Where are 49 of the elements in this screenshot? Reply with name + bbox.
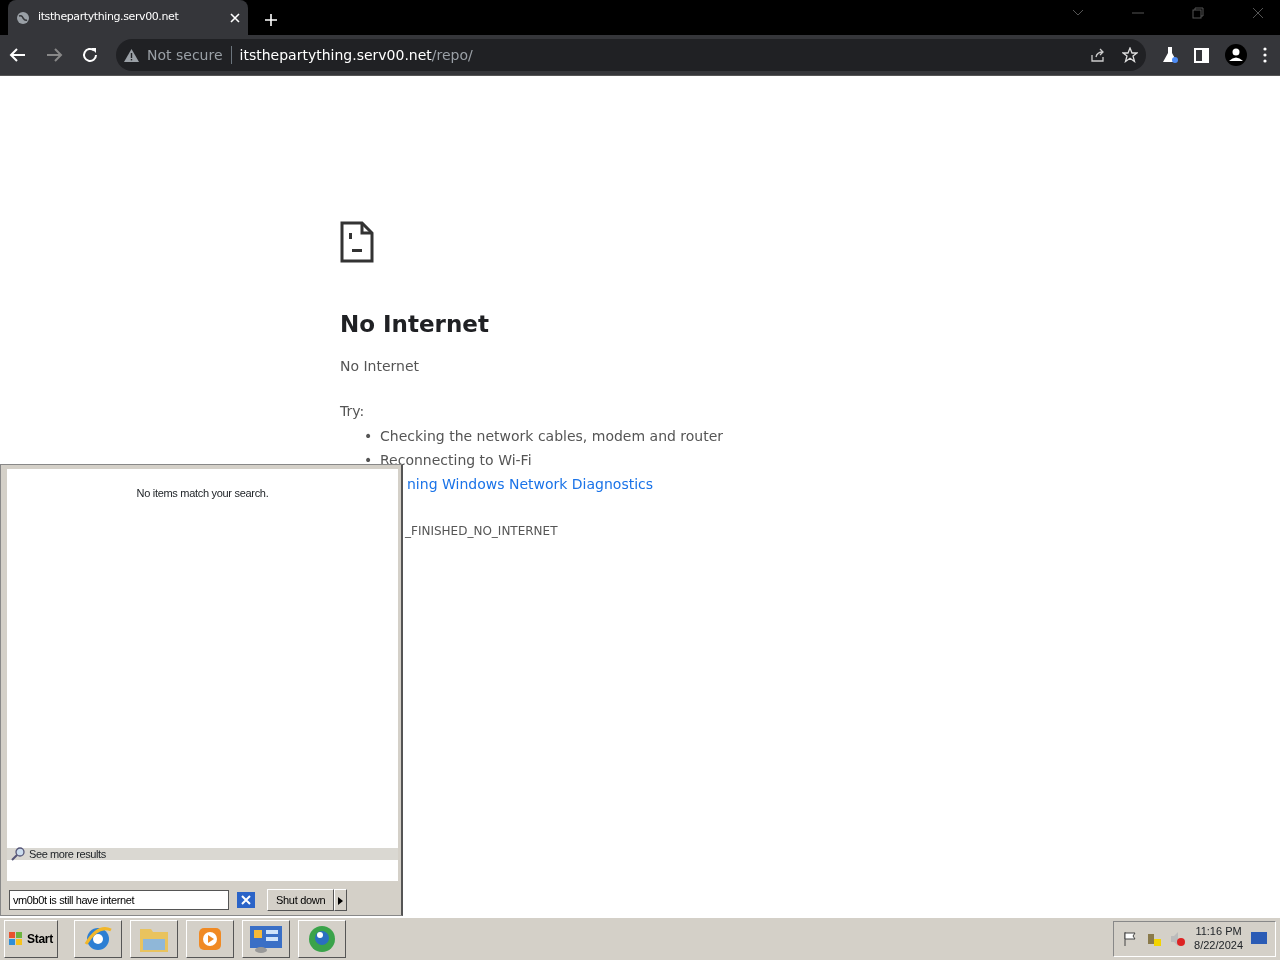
network-icon[interactable]	[1146, 931, 1163, 947]
menu-icon[interactable]	[1263, 47, 1267, 63]
flag-icon[interactable]	[1122, 931, 1139, 947]
flask-icon[interactable]	[1162, 46, 1178, 64]
windows-logo-icon	[9, 932, 23, 946]
taskbar-button[interactable]	[241, 920, 290, 958]
sad-page-icon	[340, 221, 374, 263]
diagnostics-link[interactable]: ning Windows Network Diagnostics	[407, 473, 654, 494]
try-label: Try:	[340, 401, 366, 421]
taskbar-button[interactable]	[185, 920, 234, 958]
address-bar[interactable]: Not secure itsthepartything.serv00.net/repo/	[116, 39, 1146, 71]
bullet: •	[364, 426, 374, 446]
search-field[interactable]: vm0b0t is still have internet	[9, 890, 229, 910]
suggestion-item: Checking the network cables, modem and router	[380, 426, 724, 446]
globe-icon	[16, 10, 30, 25]
shut-down-button[interactable]: Shut down	[267, 889, 335, 911]
clear-icon[interactable]	[237, 892, 255, 908]
side-panel-icon[interactable]	[1194, 47, 1209, 63]
error-message: No Internet	[340, 356, 421, 376]
security-label[interactable]: Not secure	[147, 44, 223, 66]
clock-date[interactable]: 8/22/2024	[1194, 939, 1243, 953]
clock-time[interactable]: 11:16 PM	[1194, 925, 1243, 939]
reload-icon[interactable]	[80, 45, 100, 65]
no-results-message: No items match your search.	[135, 486, 270, 501]
taskbar-button[interactable]	[73, 920, 122, 958]
start-button[interactable]: Start	[4, 920, 58, 958]
error-heading: No Internet	[340, 310, 490, 339]
profile-icon[interactable]	[1225, 44, 1247, 66]
arrow-right-icon	[338, 896, 344, 905]
browser-tab[interactable]: itsthepartything.serv00.net	[8, 0, 248, 35]
globe-icon	[306, 924, 337, 954]
control-panel-icon	[248, 924, 283, 954]
chevron-down-icon[interactable]	[1072, 9, 1084, 17]
star-icon[interactable]	[1122, 47, 1138, 63]
tab-title: itsthepartything.serv00.net	[38, 9, 180, 26]
see-more-results-link[interactable]: See more results	[7, 848, 398, 860]
plus-icon[interactable]	[264, 13, 278, 27]
error-code: _FINISHED_NO_INTERNET	[404, 522, 559, 540]
shutdown-options-button[interactable]	[334, 889, 348, 911]
show-desktop-icon[interactable]	[1251, 932, 1267, 946]
url-text[interactable]: itsthepartything.serv00.net/repo/	[239, 44, 473, 66]
share-icon[interactable]	[1090, 47, 1106, 63]
search-icon	[11, 847, 25, 861]
warning-icon	[124, 48, 139, 62]
speaker-muted-icon[interactable]	[1170, 931, 1187, 947]
suggestion-item: Reconnecting to Wi-Fi	[380, 450, 532, 470]
bullet: •	[364, 450, 374, 470]
taskbar-button[interactable]	[129, 920, 178, 958]
taskbar-button[interactable]	[297, 920, 346, 958]
